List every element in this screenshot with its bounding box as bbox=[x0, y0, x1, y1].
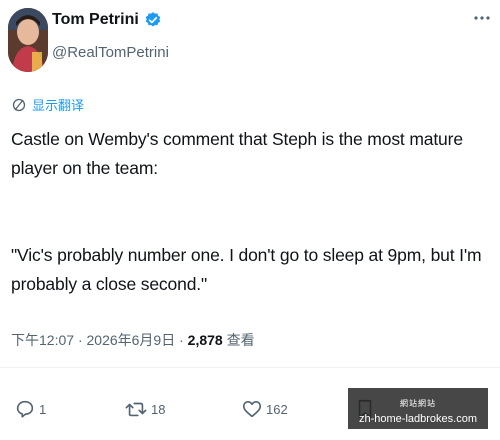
repost-button[interactable]: 18 bbox=[124, 398, 165, 420]
show-translation-label: 显示翻译 bbox=[32, 98, 85, 113]
translate-icon bbox=[12, 98, 26, 111]
tweet-meta: 下午12:07 · 2026年6月9日 · 2,878 查看 bbox=[11, 330, 255, 350]
meta-separator: · bbox=[179, 332, 188, 348]
verified-badge-icon bbox=[145, 12, 161, 27]
repost-icon bbox=[125, 402, 147, 417]
reply-count: 1 bbox=[39, 401, 47, 417]
avatar[interactable] bbox=[8, 8, 48, 72]
tweet-time[interactable]: 下午12:07 bbox=[11, 332, 74, 348]
more-dots-icon bbox=[474, 16, 490, 20]
view-count-label: 查看 bbox=[226, 332, 255, 348]
author-name-row[interactable]: Tom Petrini bbox=[52, 11, 162, 29]
tweet-text-paragraph-2: "Vic's probably number one. I don't go t… bbox=[11, 245, 482, 294]
like-button[interactable]: 162 bbox=[241, 398, 288, 420]
watermark-badge: 網站網站 bbox=[400, 399, 436, 408]
reply-icon bbox=[16, 400, 34, 418]
watermark-domain: zh-home-ladbrokes.com bbox=[359, 413, 477, 425]
tweet-text-paragraph-1: Castle on Wemby's comment that Steph is … bbox=[11, 129, 463, 178]
tweet-text: Castle on Wemby's comment that Steph is … bbox=[11, 125, 487, 299]
repost-count: 18 bbox=[151, 401, 166, 417]
meta-separator: · bbox=[77, 332, 87, 348]
author-name[interactable]: Tom Petrini bbox=[52, 11, 139, 29]
avatar-image bbox=[8, 8, 48, 72]
author-handle[interactable]: @RealTomPetrini bbox=[52, 44, 169, 61]
reply-button[interactable]: 1 bbox=[14, 398, 46, 420]
like-count: 162 bbox=[266, 401, 288, 417]
more-options-button[interactable] bbox=[468, 10, 496, 30]
show-translation-link[interactable]: 显示翻译 bbox=[11, 95, 84, 114]
divider bbox=[0, 367, 500, 368]
site-watermark: 網站網站 zh-home-ladbrokes.com bbox=[348, 388, 488, 429]
like-icon bbox=[242, 401, 262, 418]
tweet-date[interactable]: 2026年6月9日 bbox=[87, 332, 176, 348]
view-count: 2,878 bbox=[187, 332, 223, 348]
